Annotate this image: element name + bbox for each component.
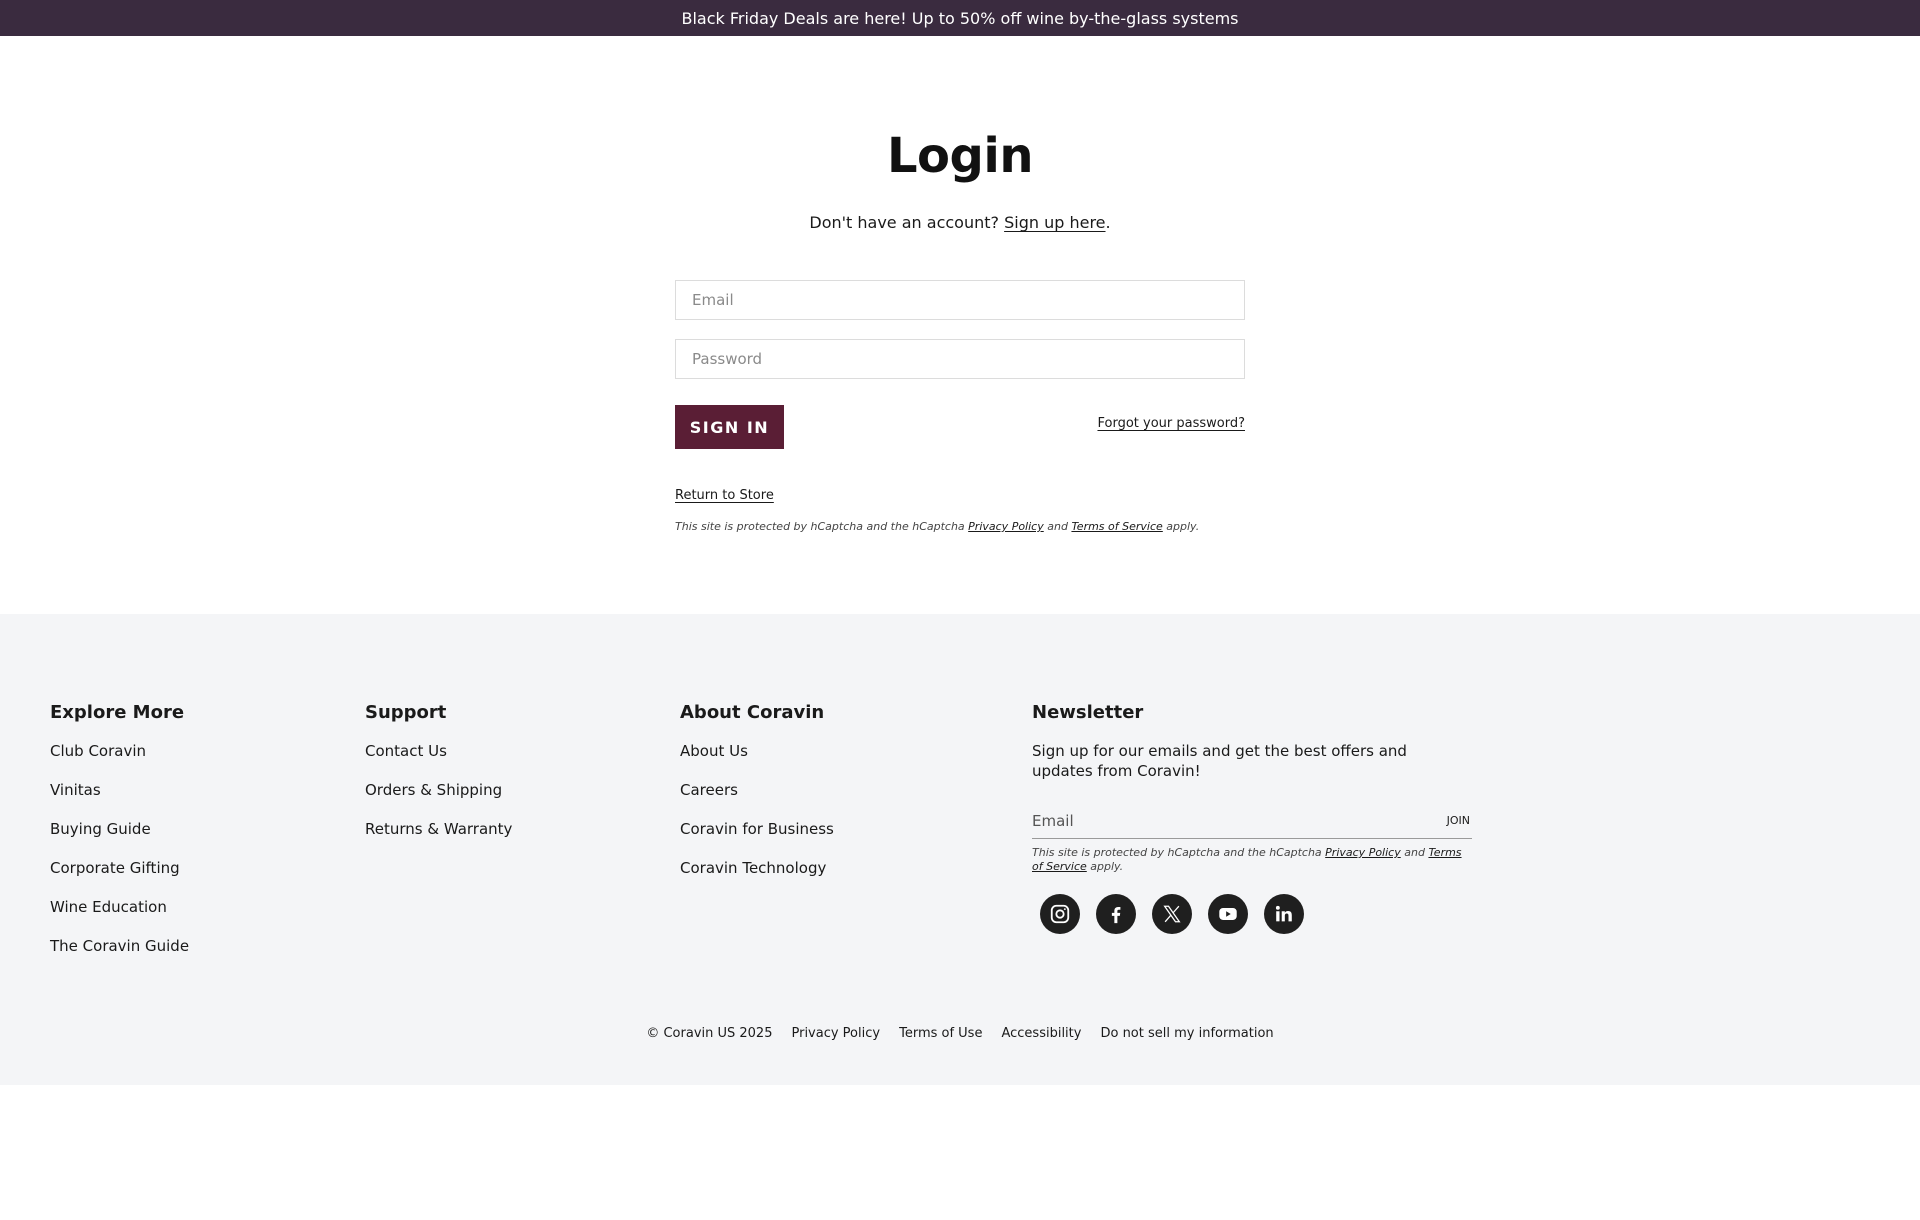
signup-prompt: Don't have an account? Sign up here. bbox=[675, 213, 1245, 232]
footer-heading-support: Support bbox=[365, 702, 447, 723]
footer-link-buying-guide[interactable]: Buying Guide bbox=[50, 819, 189, 858]
legal-accessibility-link[interactable]: Accessibility bbox=[1001, 1026, 1081, 1041]
newsletter-captcha-and: and bbox=[1404, 846, 1425, 859]
newsletter-captcha-suffix: apply. bbox=[1090, 860, 1124, 873]
footer-support-column: Support Contact Us Orders & Shipping Ret… bbox=[365, 702, 512, 858]
legal-privacy-link[interactable]: Privacy Policy bbox=[791, 1026, 880, 1041]
password-field[interactable] bbox=[675, 339, 1245, 379]
announcement-text: Black Friday Deals are here! Up to 50% o… bbox=[681, 8, 1239, 28]
footer-link-wine-education[interactable]: Wine Education bbox=[50, 897, 189, 936]
footer-link-returns-warranty[interactable]: Returns & Warranty bbox=[365, 819, 512, 858]
legal-do-not-sell-link[interactable]: Do not sell my information bbox=[1100, 1026, 1273, 1041]
footer-link-club-coravin[interactable]: Club Coravin bbox=[50, 741, 189, 780]
page-title: Login bbox=[886, 128, 1034, 184]
forgot-password-link[interactable]: Forgot your password? bbox=[1097, 416, 1245, 431]
footer-about-column: About Coravin About Us Careers Coravin f… bbox=[680, 702, 834, 897]
instagram-icon[interactable] bbox=[1040, 894, 1080, 934]
captcha-suffix: apply. bbox=[1166, 520, 1200, 533]
newsletter-text: Sign up for our emails and get the best … bbox=[1032, 742, 1407, 780]
footer-link-contact-us[interactable]: Contact Us bbox=[365, 741, 512, 780]
footer-heading-explore: Explore More bbox=[50, 702, 185, 723]
captcha-privacy-link[interactable]: Privacy Policy bbox=[968, 520, 1044, 533]
footer-link-about-us[interactable]: About Us bbox=[680, 741, 834, 780]
newsletter-email-input[interactable] bbox=[1032, 811, 1445, 830]
email-field[interactable] bbox=[675, 280, 1245, 320]
captcha-prefix: This site is protected by hCaptcha and t… bbox=[675, 520, 965, 533]
x-icon[interactable] bbox=[1152, 894, 1192, 934]
footer-newsletter-column: Newsletter Sign up for our emails and ge… bbox=[1032, 702, 1472, 934]
captcha-notice: This site is protected by hCaptcha and t… bbox=[675, 520, 1275, 533]
footer-link-vinitas[interactable]: Vinitas bbox=[50, 780, 189, 819]
signup-link[interactable]: Sign up here bbox=[1004, 213, 1105, 232]
newsletter-captcha-prefix: This site is protected by hCaptcha and t… bbox=[1032, 846, 1322, 859]
newsletter-captcha-notice: This site is protected by hCaptcha and t… bbox=[1032, 846, 1472, 874]
legal-terms-link[interactable]: Terms of Use bbox=[899, 1026, 982, 1041]
footer-link-orders-shipping[interactable]: Orders & Shipping bbox=[365, 780, 512, 819]
legal-bar: © Coravin US 2025 Privacy Policy Terms o… bbox=[0, 1026, 1920, 1041]
newsletter-join-button[interactable]: JOIN bbox=[1445, 814, 1472, 827]
footer-link-coravin-guide[interactable]: The Coravin Guide bbox=[50, 936, 189, 975]
copyright-text: © Coravin US 2025 bbox=[646, 1026, 773, 1041]
no-account-text: Don't have an account? bbox=[809, 213, 999, 232]
captcha-terms-link[interactable]: Terms of Service bbox=[1071, 520, 1162, 533]
facebook-icon[interactable] bbox=[1096, 894, 1136, 934]
footer-explore-column: Explore More Club Coravin Vinitas Buying… bbox=[50, 702, 189, 975]
footer-heading-newsletter: Newsletter bbox=[1032, 702, 1144, 723]
footer-link-corporate-gifting[interactable]: Corporate Gifting bbox=[50, 858, 189, 897]
sign-in-button[interactable]: SIGN IN bbox=[675, 405, 784, 449]
newsletter-form: JOIN bbox=[1032, 803, 1472, 839]
footer-heading-about: About Coravin bbox=[680, 702, 825, 723]
site-footer: Explore More Club Coravin Vinitas Buying… bbox=[0, 614, 1920, 1085]
captcha-and: and bbox=[1047, 520, 1068, 533]
newsletter-privacy-link[interactable]: Privacy Policy bbox=[1325, 846, 1401, 859]
signup-period: . bbox=[1105, 213, 1111, 232]
return-to-store-link[interactable]: Return to Store bbox=[675, 488, 774, 503]
linkedin-icon[interactable] bbox=[1264, 894, 1304, 934]
footer-link-coravin-business[interactable]: Coravin for Business bbox=[680, 819, 834, 858]
youtube-icon[interactable] bbox=[1208, 894, 1248, 934]
footer-link-coravin-technology[interactable]: Coravin Technology bbox=[680, 858, 834, 897]
announcement-bar: Black Friday Deals are here! Up to 50% o… bbox=[0, 0, 1920, 36]
social-links bbox=[1040, 894, 1472, 934]
footer-link-careers[interactable]: Careers bbox=[680, 780, 834, 819]
